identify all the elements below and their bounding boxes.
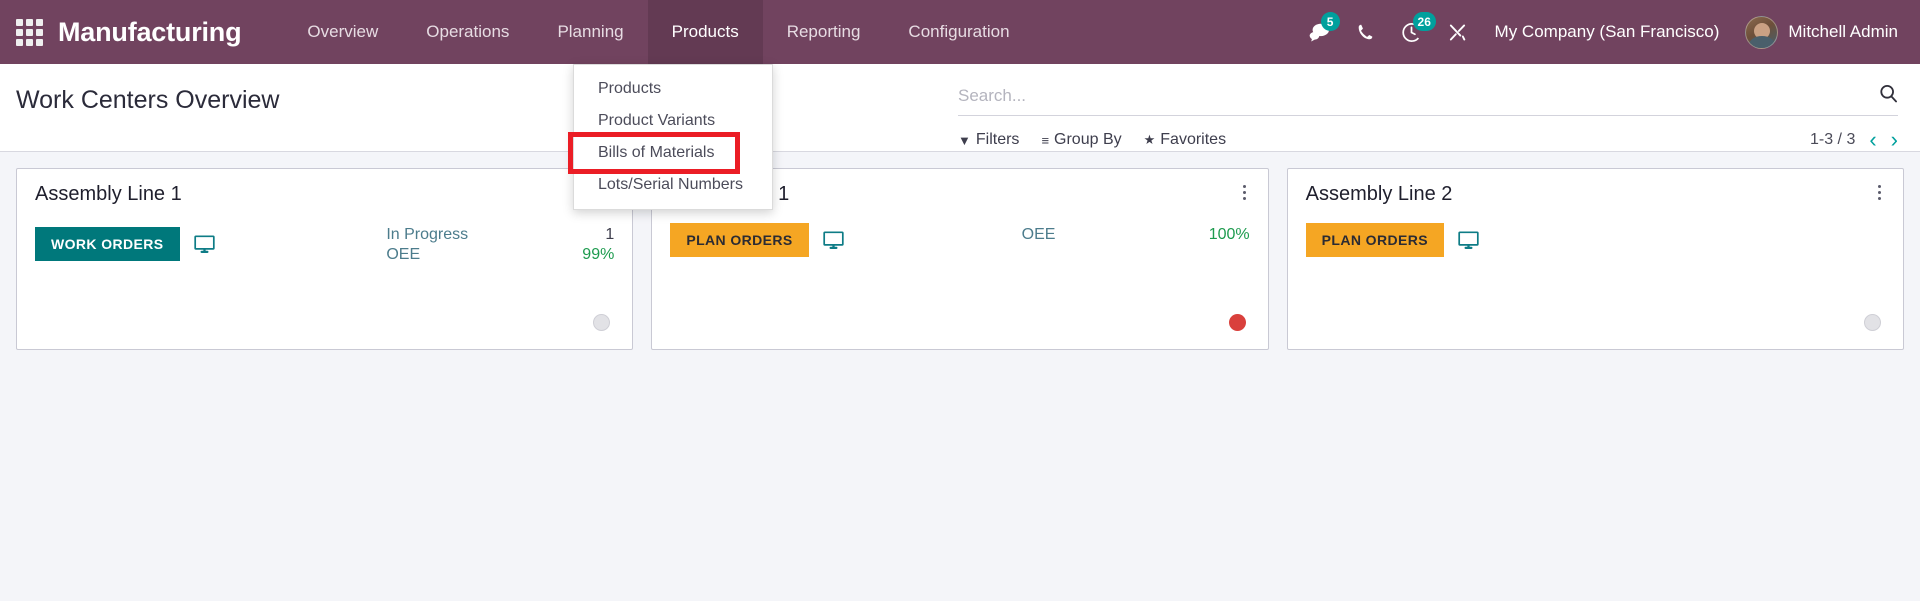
status-badge (1228, 314, 1246, 331)
control-panel-right: ▼ Filters ≡ Group By ★ Favorites 1-3 / 3… (958, 64, 1920, 151)
work-centers-kanban: Assembly Line 1 WORK ORDERS In Progress … (0, 152, 1920, 350)
stat-value: 99% (582, 246, 615, 264)
work-center-card[interactable]: Assembly Line 2 PLAN ORDERS (1286, 168, 1904, 350)
card-actions: WORK ORDERS (35, 223, 215, 266)
card-body: WORK ORDERS In Progress 1 OEE 99% (35, 223, 614, 266)
stat-value: 1 (605, 226, 615, 243)
nav-item-configuration[interactable]: Configuration (884, 0, 1033, 64)
group-by-button[interactable]: ≡ Group By (1041, 131, 1121, 149)
navbar-menu: Overview Operations Planning Products Re… (283, 0, 1033, 64)
navbar-left: Manufacturing Overview Operations Planni… (0, 0, 1034, 64)
work-center-card[interactable]: Assembly Line 1 WORK ORDERS In Progress … (16, 168, 634, 350)
navbar-systray: 5 26 My Company (San Francisco) Mitchell… (1297, 0, 1920, 64)
group-by-label: Group By (1054, 131, 1122, 148)
star-icon: ★ (1143, 132, 1156, 147)
search-bar (958, 76, 1898, 116)
top-navbar: Manufacturing Overview Operations Planni… (0, 0, 1920, 64)
apps-menu-button[interactable] (0, 0, 58, 64)
user-menu[interactable]: Mitchell Admin (1737, 15, 1898, 49)
filters-label: Filters (975, 131, 1020, 148)
plan-orders-button[interactable]: PLAN ORDERS (670, 223, 809, 257)
monitor-icon[interactable] (193, 235, 215, 254)
avatar (1745, 15, 1779, 49)
dropdown-item-lots-serial-numbers[interactable]: Lots/Serial Numbers (574, 169, 772, 201)
card-body: PLAN ORDERS (1305, 223, 1885, 257)
filter-icon: ▼ (958, 132, 971, 148)
group-by-icon: ≡ (1041, 132, 1050, 148)
messages-button[interactable]: 5 (1297, 0, 1343, 64)
card-menu-button[interactable] (1874, 183, 1885, 202)
stat-label: OEE (1021, 226, 1056, 243)
pager-next-button[interactable]: › (1891, 129, 1898, 151)
user-name-label: Mitchell Admin (1788, 22, 1898, 41)
pager-range: 1-3 / 3 (1809, 131, 1856, 148)
stat-label: OEE (386, 246, 421, 264)
nav-item-operations[interactable]: Operations (402, 0, 533, 64)
favorites-button[interactable]: ★ Favorites (1144, 131, 1226, 149)
card-header: Assembly Line 2 (1306, 183, 1885, 206)
apps-grid-icon (15, 18, 43, 46)
plan-orders-button[interactable]: PLAN ORDERS (1305, 223, 1444, 257)
tools-icon (1449, 24, 1466, 40)
card-title: Assembly Line 2 (1305, 183, 1453, 205)
search-input[interactable] (958, 85, 1869, 106)
search-icon[interactable] (1869, 84, 1898, 108)
nav-item-products[interactable]: Products (647, 0, 763, 64)
pager: 1-3 / 3 ‹ › (1810, 129, 1898, 151)
filters-button[interactable]: ▼ Filters (958, 131, 1019, 149)
products-dropdown-menu: Products Product Variants Bills of Mater… (568, 64, 773, 210)
card-body: PLAN ORDERS OEE 100% (670, 223, 1250, 257)
card-menu-button[interactable] (1239, 183, 1250, 202)
card-stats: OEE 100% (1022, 223, 1250, 257)
status-badge (1863, 314, 1881, 331)
nav-item-planning[interactable]: Planning (533, 0, 647, 64)
stat-row: In Progress 1 (386, 225, 614, 245)
phone-icon (1358, 24, 1373, 40)
dropdown-item-bills-of-materials-label: Bills of Materials (598, 144, 715, 161)
card-actions: PLAN ORDERS (1305, 223, 1479, 257)
activities-badge: 26 (1412, 12, 1436, 31)
dropdown-item-products[interactable]: Products (574, 73, 772, 105)
monitor-icon[interactable] (822, 230, 844, 250)
control-panel: Work Centers Overview ▼ Filters ≡ Group … (0, 64, 1920, 152)
work-orders-button[interactable]: WORK ORDERS (35, 227, 180, 262)
app-brand-title[interactable]: Manufacturing (58, 0, 283, 64)
messages-badge: 5 (1320, 12, 1340, 31)
card-stats (1657, 223, 1885, 257)
stat-label: In Progress (386, 226, 469, 243)
stat-row: OEE 100% (1022, 225, 1250, 245)
nav-item-overview[interactable]: Overview (283, 0, 402, 64)
dropdown-item-bills-of-materials[interactable]: Bills of Materials (568, 132, 772, 174)
page-title: Work Centers Overview (16, 86, 280, 114)
stat-value: 100% (1208, 226, 1250, 243)
nav-item-reporting[interactable]: Reporting (763, 0, 885, 64)
monitor-icon[interactable] (1458, 230, 1479, 250)
control-panel-left: Work Centers Overview (0, 64, 958, 151)
status-badge (593, 314, 611, 331)
dropdown-item-product-variants[interactable]: Product Variants (574, 105, 772, 137)
control-panel-tools: ▼ Filters ≡ Group By ★ Favorites 1-3 / 3… (958, 129, 1898, 151)
phone-button[interactable] (1343, 0, 1389, 64)
pager-previous-button[interactable]: ‹ (1869, 129, 1876, 151)
favorites-label: Favorites (1160, 131, 1227, 148)
card-stats: In Progress 1 OEE 99% (386, 223, 614, 266)
activities-button[interactable]: 26 (1389, 0, 1436, 64)
card-actions: PLAN ORDERS (670, 223, 844, 257)
company-selector[interactable]: My Company (San Francisco) (1481, 22, 1738, 42)
stat-row: OEE 99% (386, 245, 614, 265)
card-title: Assembly Line 1 (35, 183, 182, 205)
tools-button[interactable] (1435, 0, 1481, 64)
card-header: Assembly Line 1 (35, 183, 614, 206)
